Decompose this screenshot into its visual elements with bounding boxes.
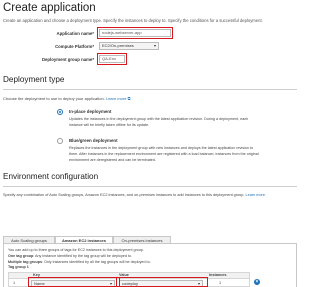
tag-key-highlight [28,277,120,287]
application-name-highlight [97,27,173,39]
page-title: Create application [3,2,96,14]
deployment-group-name-label: Deployment group name* [41,57,94,62]
deployment-type-intro: Choose the deployment to use to deploy y… [3,96,131,101]
in-place-description-2: instance will be briefly taken offline f… [69,123,150,127]
compute-platform-label: Compute Platform* [55,44,94,49]
application-name-label: Application name* [56,31,95,36]
blue-green-description-1: Replaces the instances in the deployment… [69,146,254,150]
deployment-group-name-highlight [97,53,127,65]
deployment-type-title: Deployment type [3,75,65,84]
environment-intro: Specify any combination of Auto Scaling … [3,193,265,197]
tag-value-highlight [116,277,208,287]
add-tag-icon[interactable]: × [254,279,260,285]
one-tag-group-info: One tag group: Any instance identified b… [8,254,133,258]
instances-column-header: Instances [209,273,227,277]
row-index: 1 [13,281,16,285]
blue-green-description-3: environment are deregistered and can be … [69,158,156,162]
matching-instances-count: 1 [219,281,222,285]
external-link-icon: ⧉ [127,96,131,101]
page-description: Create an application and choose a deplo… [3,18,263,23]
compute-platform-select[interactable]: EC2/On-premises ▾ [99,42,159,50]
tag-group-label: Tag group 1 [8,265,29,269]
in-place-description-1: Updates the instances in the deployment … [69,117,249,121]
deployment-type-divider [3,89,297,90]
environment-learn-more-link[interactable]: Learn more [246,193,265,197]
tag-groups-info: You can add up to three groups of tags f… [8,248,144,252]
in-place-radio[interactable] [57,109,63,115]
environment-title: Environment configuration [3,172,99,181]
compute-platform-value: EC2/On-premises [102,43,134,48]
blue-green-description-2: them. After instances in the replacement… [69,152,259,156]
blue-green-title: Blue/green deployment [69,138,118,143]
in-place-title: In-place deployment [69,109,112,114]
learn-more-link[interactable]: Learn more [106,96,126,101]
chevron-down-icon: ▾ [153,43,156,48]
blue-green-radio[interactable] [57,138,63,144]
environment-divider [3,186,297,187]
multiple-tag-groups-info: Multiple tag groups: Only instances iden… [8,260,151,264]
